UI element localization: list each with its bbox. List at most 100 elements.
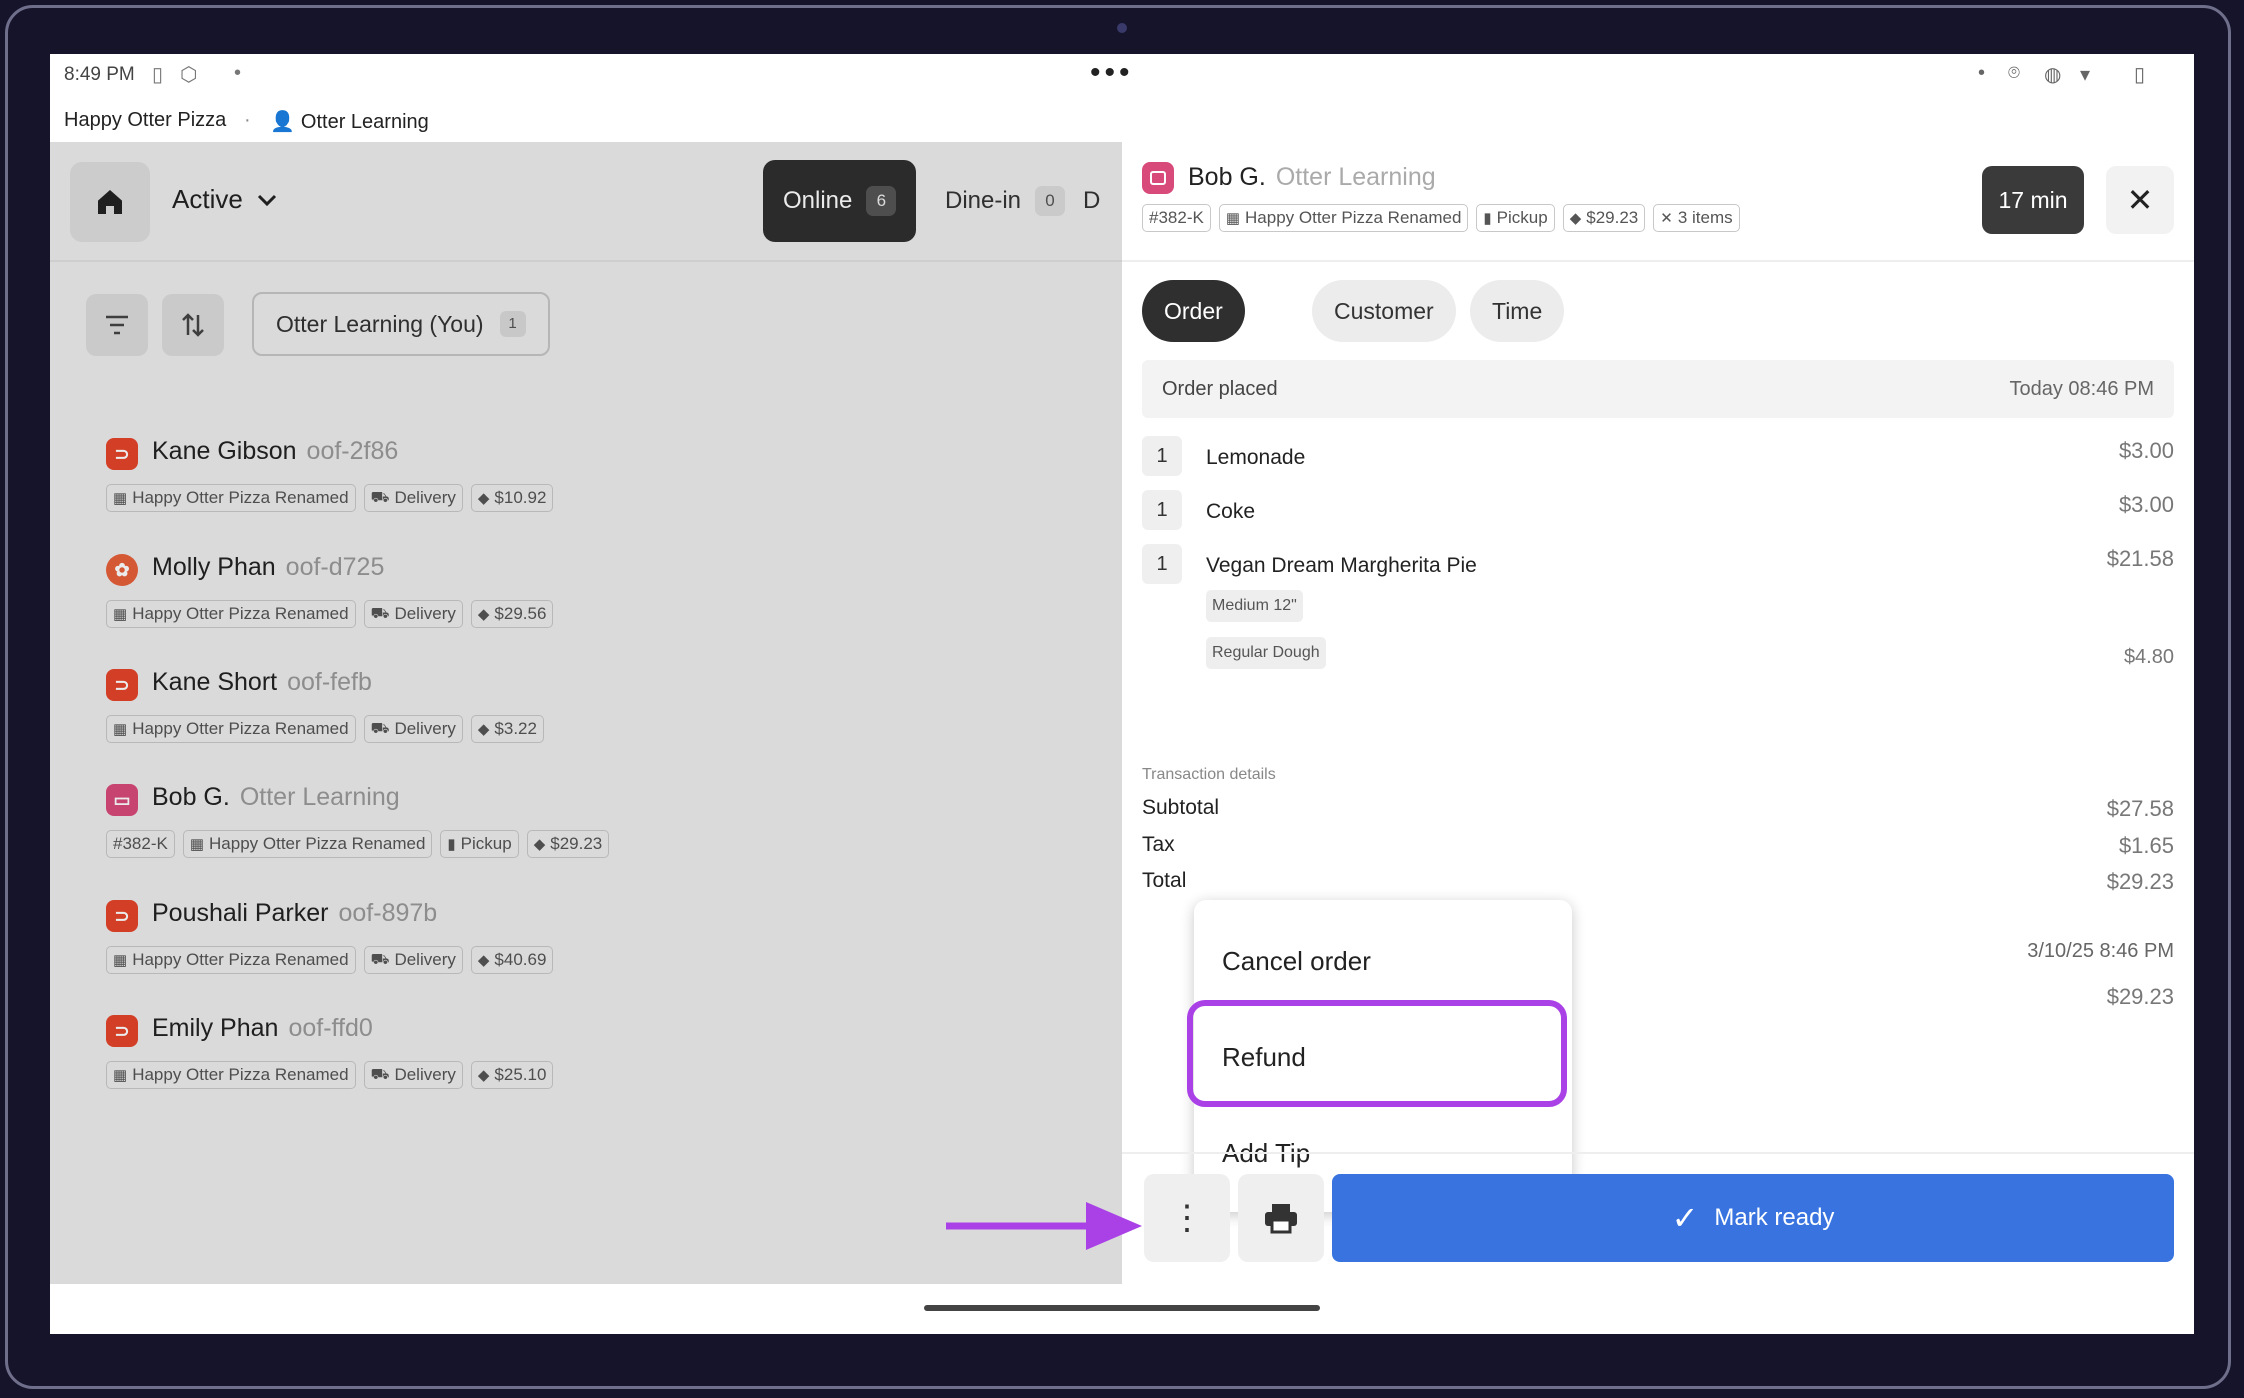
price-tag: ◆ $29.56 bbox=[470, 600, 554, 628]
item-name: Coke bbox=[1206, 500, 1256, 523]
price-tag: ◆ $29.23 bbox=[526, 830, 610, 858]
item-qty: 1 bbox=[1142, 490, 1182, 530]
divider bbox=[1122, 1152, 2194, 1154]
restaurant-name[interactable]: Happy Otter Pizza bbox=[64, 109, 226, 132]
menu-refund[interactable]: Refund bbox=[1222, 1042, 1306, 1073]
price-tag-icon: ◆ bbox=[477, 1067, 490, 1084]
total-value: $29.23 bbox=[2106, 869, 2174, 894]
user-name: Otter Learning bbox=[300, 111, 429, 133]
item-name: Lemonade bbox=[1206, 446, 1306, 469]
pickup-bag-icon: ▮ bbox=[1483, 210, 1492, 227]
app-icon: ⬡ bbox=[180, 64, 198, 86]
more-vertical-icon: ⋮ bbox=[1170, 1199, 1204, 1237]
tab-dine-in-count: 0 bbox=[1035, 186, 1066, 216]
tab-time[interactable]: Time bbox=[1470, 280, 1565, 342]
direct-order-logo-icon: ▭ bbox=[106, 784, 138, 816]
price-tag: ◆ $29.23 bbox=[1562, 204, 1646, 232]
store-tag: ▦ Happy Otter Pizza Renamed bbox=[182, 830, 433, 858]
separator: · bbox=[244, 109, 251, 131]
battery-saver-icon: ▯ bbox=[152, 64, 164, 86]
home-indicator[interactable] bbox=[924, 1305, 1320, 1311]
home-button[interactable] bbox=[70, 162, 150, 242]
filter-button[interactable] bbox=[86, 294, 148, 356]
tab-online-label: Online bbox=[783, 187, 853, 214]
utensils-icon: ✕ bbox=[1660, 210, 1673, 227]
fulfillment-tag: ⛟ Delivery bbox=[363, 715, 463, 743]
order-row[interactable]: ✿ Molly Phan oof-d725 ▦ Happy Otter Pizza … bbox=[106, 550, 1006, 650]
fulfillment-tag: ▮ Pickup bbox=[1476, 204, 1555, 232]
staff-filter-count: 1 bbox=[499, 311, 526, 337]
price-tag-icon: ◆ bbox=[477, 606, 490, 623]
order-id: oof-ffd0 bbox=[288, 1014, 373, 1042]
menu-cancel-order[interactable]: Cancel order bbox=[1222, 946, 1371, 977]
fulfillment-tag: ⛟ Delivery bbox=[363, 1061, 463, 1089]
subtotal-value: $27.58 bbox=[2106, 796, 2174, 821]
grubhub-logo-icon: ✿ bbox=[106, 554, 138, 586]
sort-button[interactable] bbox=[162, 294, 224, 356]
battery-icon: ▯ bbox=[2134, 64, 2146, 86]
home-icon bbox=[98, 190, 122, 214]
user-account[interactable]: 👤 Otter Learning bbox=[270, 109, 429, 134]
pickup-bag-icon: ▮ bbox=[447, 836, 456, 853]
order-id: Otter Learning bbox=[239, 783, 400, 811]
total-label: Total bbox=[1142, 869, 1187, 892]
tab-truncated[interactable]: D bbox=[1063, 160, 1120, 242]
payment-amount: $29.23 bbox=[2106, 984, 2174, 1009]
more-button[interactable]: ⋮ bbox=[1144, 1174, 1230, 1262]
total-row: Total $29.23 bbox=[1142, 869, 2174, 894]
close-button[interactable]: ✕ bbox=[2106, 166, 2174, 234]
customer-name: Poushali Parker bbox=[152, 899, 329, 927]
fulfillment-tag: ⛟ Delivery bbox=[363, 600, 463, 628]
order-id: oof-2f86 bbox=[306, 437, 399, 465]
tab-online[interactable]: Online 6 bbox=[763, 160, 917, 242]
staff-filter-chip[interactable]: Otter Learning (You) 1 bbox=[252, 292, 550, 356]
close-icon: ✕ bbox=[2126, 182, 2154, 218]
orders-list-panel: Active Online 6 Dine-in 0 D Otter Learning… bbox=[50, 142, 1122, 1284]
printer-icon bbox=[1265, 1204, 1297, 1234]
device-frame: 8:49 PM ▯ ⬡ • ••• • ⌾ ◍ ▾ ▯ Happy Otter … bbox=[0, 0, 2244, 1398]
price-tag-icon: ◆ bbox=[1569, 210, 1582, 227]
prep-timer[interactable]: 17 min bbox=[1982, 166, 2084, 234]
store-icon: ▦ bbox=[113, 1067, 128, 1084]
store-icon: ▦ bbox=[113, 721, 128, 738]
person-icon: 👤 bbox=[270, 111, 295, 133]
store-tag: ▦ Happy Otter Pizza Renamed bbox=[1218, 204, 1469, 232]
fulfillment-tag: ⛟ Delivery bbox=[363, 946, 463, 974]
wifi-icon: ▾ bbox=[2080, 64, 2091, 86]
customer-name: Emily Phan bbox=[152, 1014, 279, 1042]
order-row[interactable]: ⊃ Kane Short oof-fefb ▦ Happy Otter Pizza … bbox=[106, 665, 1006, 765]
delivery-icon: ⛟ bbox=[370, 604, 390, 622]
divider bbox=[1122, 260, 2194, 262]
order-id: oof-d725 bbox=[285, 553, 385, 581]
order-row[interactable]: ⊃ Poushali Parker oof-897b ▦ Happy Otter P… bbox=[106, 896, 1006, 996]
location-icon: ⌾ bbox=[2008, 62, 2020, 84]
status-dropdown-label: Active bbox=[172, 184, 243, 214]
subtotal-row: Subtotal $27.58 bbox=[1142, 796, 2174, 821]
tab-order[interactable]: Order bbox=[1142, 280, 1245, 342]
fulfillment-tag: ⛟ Delivery bbox=[363, 484, 463, 512]
order-placed-label: Order placed bbox=[1162, 378, 1278, 400]
tab-customer[interactable]: Customer bbox=[1312, 280, 1456, 342]
doordash-logo-icon: ⊃ bbox=[106, 1015, 138, 1047]
item-name: Vegan Dream Margherita Pie bbox=[1206, 554, 1477, 577]
tab-dine-in[interactable]: Dine-in 0 bbox=[925, 160, 1085, 242]
chevron-down-icon bbox=[257, 194, 277, 207]
modifier-chip: Medium 12" bbox=[1206, 590, 1303, 622]
multitask-dots[interactable]: ••• bbox=[1090, 56, 1134, 90]
order-row[interactable]: ▭ Bob G. Otter Learning #382-K ▦ Happy Ott… bbox=[106, 780, 1006, 880]
direct-order-logo-icon bbox=[1142, 162, 1174, 194]
price-tag-icon: ◆ bbox=[477, 952, 490, 969]
order-row[interactable]: ⊃ Emily Phan oof-ffd0 ▦ Happy Otter Pizza … bbox=[106, 1011, 1006, 1111]
status-dropdown[interactable]: Active bbox=[172, 184, 278, 215]
line-item: 1 Coke $3.00 bbox=[1142, 490, 2174, 534]
store-icon: ▦ bbox=[113, 952, 128, 969]
store-icon: ▦ bbox=[1225, 210, 1241, 227]
transaction-title: Transaction details bbox=[1142, 766, 1276, 783]
customer-name: Kane Gibson bbox=[152, 437, 297, 465]
print-button[interactable] bbox=[1238, 1174, 1324, 1262]
order-row[interactable]: ⊃ Kane Gibson oof-2f86 ▦ Happy Otter Pizza… bbox=[106, 434, 1006, 534]
store-tag: ▦ Happy Otter Pizza Renamed bbox=[106, 600, 356, 628]
tax-row: Tax $1.65 bbox=[1142, 833, 2174, 858]
mark-ready-button[interactable]: ✓ Mark ready bbox=[1332, 1174, 2174, 1262]
payment-time: 3/10/25 8:46 PM bbox=[2027, 940, 2174, 962]
